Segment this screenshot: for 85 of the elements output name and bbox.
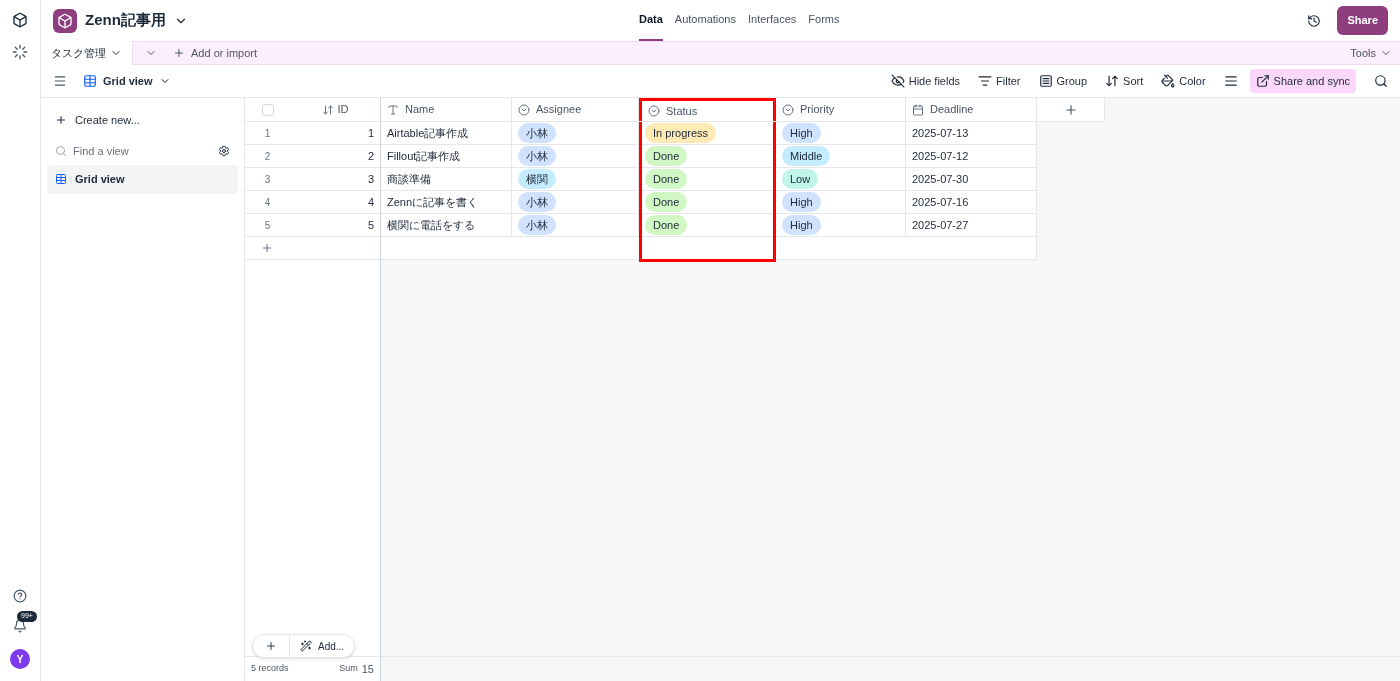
view-item[interactable]: Grid view — [47, 165, 238, 194]
row-number: 1 — [263, 126, 272, 141]
select-field-icon — [648, 105, 660, 117]
sum-label: Sum — [339, 662, 358, 676]
toolbar-button[interactable]: Hide fields — [884, 68, 967, 94]
nav-tab[interactable]: Forms — [808, 0, 840, 41]
paint-bucket-icon — [1161, 74, 1176, 88]
logo-icon[interactable] — [12, 12, 28, 28]
add-or-import-button[interactable]: Add or import — [173, 44, 258, 62]
tag: High — [782, 214, 821, 236]
toolbar-button[interactable]: Group — [1032, 68, 1094, 94]
sum-value: 15 — [361, 661, 374, 677]
search-icon[interactable] — [1374, 74, 1388, 88]
plus-icon — [173, 47, 185, 59]
toolbar-button[interactable]: Color — [1155, 68, 1212, 94]
bell-icon[interactable] — [13, 619, 27, 633]
table-cell-text: 2 — [366, 148, 375, 164]
tag: Done — [645, 168, 688, 190]
sort-icon — [321, 103, 334, 116]
select-all-checkbox[interactable] — [261, 103, 274, 116]
view-selector[interactable]: Grid view — [83, 72, 171, 90]
cube-icon — [57, 12, 73, 29]
text-field-icon — [387, 103, 399, 116]
row-number: 4 — [263, 195, 272, 210]
magic-wand-icon — [300, 640, 312, 652]
sort-icon — [1105, 74, 1120, 88]
nav-tab[interactable]: Automations — [674, 0, 736, 41]
table-tab[interactable]: タスク管理 — [41, 41, 133, 65]
tag: High — [782, 122, 821, 144]
record-count: 5 records — [251, 662, 289, 676]
tag: Low — [782, 168, 819, 190]
tag: 小林 — [518, 214, 556, 236]
avatar[interactable]: Y — [10, 649, 30, 669]
history-icon[interactable] — [1307, 13, 1322, 28]
row-number: 5 — [263, 218, 272, 233]
group-icon — [1038, 74, 1053, 88]
calendar-icon — [912, 103, 924, 116]
table-cell-text: 4 — [366, 194, 375, 210]
select-field-icon — [518, 103, 530, 116]
menu-icon[interactable] — [53, 74, 67, 88]
add-row-icon[interactable] — [261, 242, 273, 254]
tag: In progress — [645, 122, 717, 144]
column-header[interactable]: Deadline — [906, 98, 1037, 121]
create-new-button[interactable]: Create new... — [47, 104, 238, 137]
filter-icon — [978, 74, 993, 88]
table-cell-text: 3 — [366, 171, 375, 187]
tag: Done — [645, 145, 688, 167]
tools-button[interactable]: Tools — [1350, 44, 1392, 62]
tag: Done — [645, 214, 688, 236]
row-height-icon — [1223, 74, 1238, 88]
tag: High — [782, 191, 821, 213]
toolbar-button[interactable]: Share and sync — [1249, 68, 1356, 94]
column-header[interactable]: Name — [381, 98, 512, 121]
tag: 横関 — [518, 168, 556, 190]
column-header[interactable]: Assignee — [512, 98, 639, 121]
nav-tab[interactable]: Interfaces — [748, 0, 797, 41]
tag: 小林 — [518, 122, 556, 144]
base-logo[interactable] — [53, 8, 77, 33]
toolbar-button[interactable]: Filter — [972, 68, 1027, 94]
table-cell-text: 5 — [366, 217, 375, 233]
toolbar-button[interactable]: Sort — [1099, 68, 1150, 94]
plus-icon — [55, 114, 67, 127]
base-title[interactable]: Zenn記事用 — [85, 9, 166, 32]
grid-icon — [55, 173, 67, 186]
tag: Middle — [782, 145, 831, 167]
tag: 小林 — [518, 145, 556, 167]
search-icon — [55, 144, 67, 157]
external-link-icon — [1255, 74, 1270, 88]
help-icon[interactable] — [13, 589, 27, 603]
spinner-icon[interactable] — [12, 44, 28, 60]
search-field[interactable]: Find a view — [73, 142, 218, 159]
add-record-icon[interactable] — [265, 640, 277, 652]
row-number: 2 — [263, 149, 272, 164]
grid-icon — [83, 74, 97, 88]
eye-off-icon — [890, 74, 905, 88]
tag: 小林 — [518, 191, 556, 213]
column-header[interactable]: ID — [290, 98, 380, 121]
column-header[interactable]: Priority — [776, 98, 906, 121]
settings-icon[interactable] — [218, 144, 230, 157]
tag: Done — [645, 191, 688, 213]
row-number: 3 — [263, 172, 272, 187]
share-button[interactable]: Share — [1337, 6, 1388, 35]
add-column-icon[interactable] — [1063, 102, 1078, 117]
table-cell-text: 1 — [366, 125, 375, 141]
select-field-icon — [782, 103, 794, 116]
